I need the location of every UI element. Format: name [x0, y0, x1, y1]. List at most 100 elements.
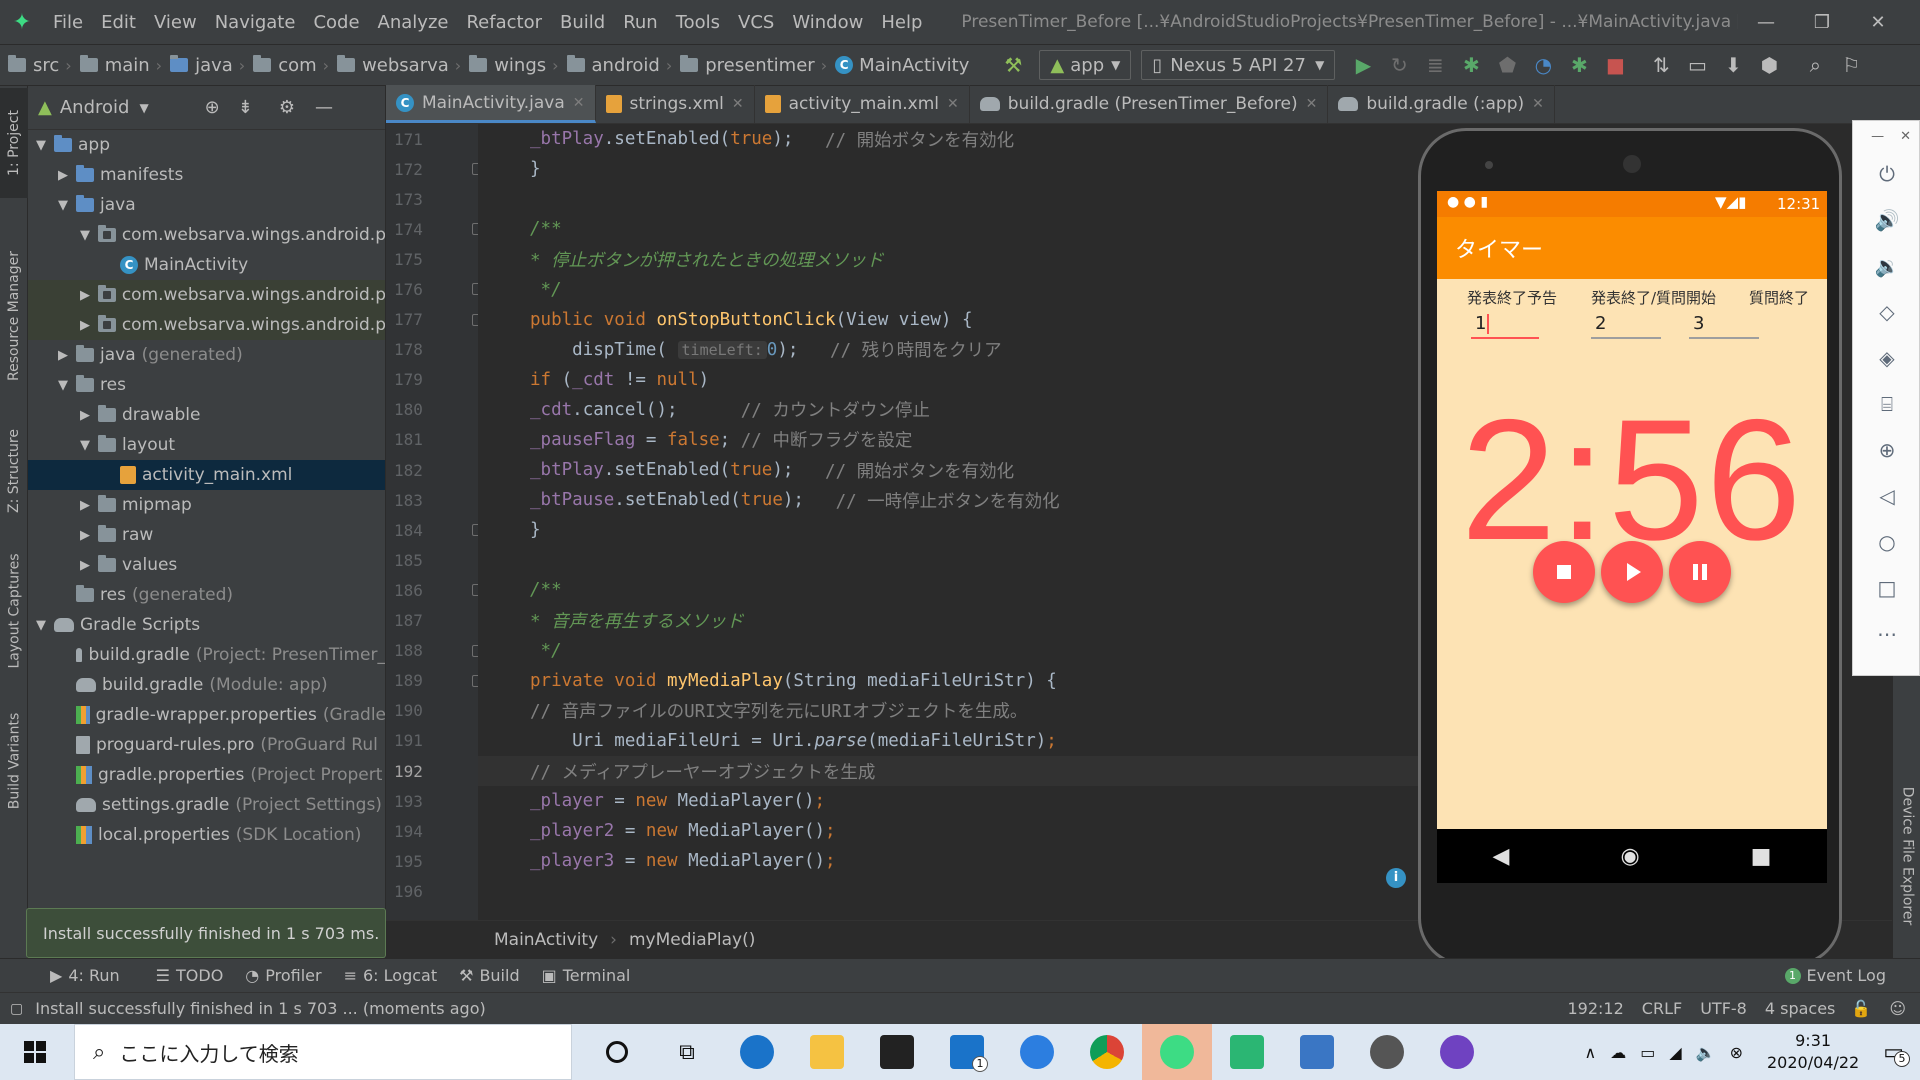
ime-icon[interactable]: ⊗ [1730, 1043, 1743, 1062]
tree-item-app[interactable]: ▼ app [28, 130, 385, 160]
close-tab-icon[interactable]: ✕ [947, 96, 959, 112]
menu-tools[interactable]: Tools [667, 12, 729, 33]
qa-end-minutes-input[interactable]: 3 [1689, 307, 1759, 339]
crumb-main[interactable]: main › [72, 55, 162, 76]
resource-manager-tab[interactable]: Resource Manager [0, 236, 28, 396]
overview-icon[interactable]: □ [1853, 565, 1920, 611]
more-icon[interactable]: ⋯ [1853, 611, 1920, 657]
indent-setting[interactable]: 4 spaces [1765, 999, 1836, 1018]
task-view-icon[interactable]: ⧉ [652, 1024, 722, 1080]
event-log-button[interactable]: 1 Event Log [1784, 966, 1886, 985]
store-icon[interactable] [862, 1024, 932, 1080]
taskbar-clock[interactable]: 9:31 2020/04/22 [1767, 1030, 1859, 1074]
minimize-icon[interactable]: — [1738, 12, 1794, 33]
tree-item-mipmap[interactable]: ▶ mipmap [28, 490, 385, 520]
crumb-android[interactable]: android › [559, 55, 672, 76]
crumb-java[interactable]: java › [162, 55, 245, 76]
tree-item-java[interactable]: ▼ java [28, 190, 385, 220]
close-tab-icon[interactable]: ✕ [573, 95, 585, 111]
close-icon[interactable]: ✕ [1900, 129, 1911, 144]
chrome-icon[interactable] [1072, 1024, 1142, 1080]
run-tool-button[interactable]: ▶ 4: Run [50, 966, 120, 985]
caret-position[interactable]: 192:12 [1568, 999, 1624, 1018]
breadcrumb-method[interactable]: myMediaPlay() [629, 930, 755, 950]
tree-item-java-generated[interactable]: ▶ java (generated) [28, 340, 385, 370]
app-blue-icon[interactable] [1002, 1024, 1072, 1080]
status-message[interactable]: Install successfully finished in 1 s 703… [35, 999, 485, 1018]
locate-icon[interactable]: ⊕ [205, 97, 220, 118]
tree-item-gradle-wrapper[interactable]: gradle-wrapper.properties (Gradle [28, 700, 385, 730]
run-icon[interactable]: ▶ [1345, 53, 1381, 77]
power-icon[interactable]: ⏻ [1853, 151, 1920, 197]
github-icon[interactable] [1422, 1024, 1492, 1080]
menu-run[interactable]: Run [614, 12, 667, 33]
tree-item-raw[interactable]: ▶ raw [28, 520, 385, 550]
build-tool-button[interactable]: ⚒ Build [459, 966, 520, 985]
run-config-select[interactable]: ▲ app ▼ [1039, 50, 1132, 80]
gear-icon[interactable]: ⚙ [279, 97, 295, 118]
zoom-icon[interactable]: ⊕ [1853, 427, 1920, 473]
tree-item-res-generated[interactable]: res (generated) [28, 580, 385, 610]
build-variants-tab[interactable]: Build Variants [0, 696, 28, 826]
tree-item-package-test[interactable]: ▶ com.websarva.wings.android.p [28, 280, 385, 310]
todo-tool-button[interactable]: ☰ TODO [156, 966, 224, 985]
back-icon[interactable]: ◁ [1853, 473, 1920, 519]
device-select[interactable]: ▯ Nexus 5 API 27 ▼ [1141, 50, 1336, 80]
lock-icon[interactable]: 🔓 [1851, 999, 1871, 1018]
volume-down-icon[interactable]: 🔉 [1853, 243, 1920, 289]
line-separator[interactable]: CRLF [1642, 999, 1682, 1018]
collapse-icon[interactable]: ⇟ [238, 97, 253, 118]
mail-icon[interactable]: 1 [932, 1024, 1002, 1080]
tree-item-gradle-scripts[interactable]: ▼ Gradle Scripts [28, 610, 385, 640]
tab-build-gradle-app[interactable]: build.gradle (:app) ✕ [1328, 85, 1555, 123]
menu-code[interactable]: Code [304, 12, 368, 33]
tab-activity-main-xml[interactable]: activity_main.xml ✕ [755, 85, 970, 123]
cloud-icon[interactable]: ☁ [1610, 1043, 1626, 1062]
tray-chevron-icon[interactable]: ∧ [1585, 1043, 1597, 1062]
apply-changes-icon[interactable]: ↻ [1381, 53, 1417, 77]
info-icon[interactable]: i [1386, 868, 1406, 888]
back-icon[interactable]: ◀ [1493, 844, 1510, 869]
battery-icon[interactable]: ▭ [1640, 1043, 1655, 1062]
home-icon[interactable]: ○ [1853, 519, 1920, 565]
play-button[interactable] [1601, 541, 1663, 603]
tree-item-build-gradle-module[interactable]: build.gradle (Module: app) [28, 670, 385, 700]
rotate-left-icon[interactable]: ◇ [1853, 289, 1920, 335]
menu-navigate[interactable]: Navigate [206, 12, 305, 33]
crumb-websarva[interactable]: websarva › [329, 55, 461, 76]
stop-icon[interactable]: ■ [1597, 53, 1633, 77]
layout-captures-tab[interactable]: Layout Captures [0, 536, 28, 686]
debug-icon[interactable]: ✱ [1453, 53, 1489, 77]
start-icon[interactable] [0, 1024, 70, 1080]
tree-item-activity-main-xml[interactable]: activity_main.xml [28, 460, 385, 490]
menu-edit[interactable]: Edit [92, 12, 145, 33]
terminal-tool-button[interactable]: ▣ Terminal [542, 966, 631, 985]
profiler-tool-button[interactable]: ◔ Profiler [245, 966, 321, 985]
breadcrumb-class[interactable]: MainActivity [494, 930, 598, 950]
avd-manager-icon[interactable]: ▭ [1679, 53, 1715, 77]
device-file-explorer-tab[interactable]: Device File Explorer [1893, 756, 1920, 956]
announce-minutes-input[interactable]: 1 [1471, 307, 1539, 339]
restore-icon[interactable]: ❐ [1794, 12, 1850, 33]
tree-item-drawable[interactable]: ▶ drawable [28, 400, 385, 430]
tab-strings-xml[interactable]: strings.xml ✕ [596, 85, 755, 123]
profile-icon[interactable]: ◔ [1525, 53, 1561, 77]
crumb-src[interactable]: src › [0, 55, 72, 76]
attach-debugger-icon[interactable]: ⬟ [1489, 53, 1525, 77]
crumb-presentimer[interactable]: presentimer › [672, 55, 827, 76]
menu-view[interactable]: View [145, 12, 206, 33]
hide-icon[interactable]: — [315, 97, 333, 118]
pause-button[interactable] [1669, 541, 1731, 603]
dropdown-icon[interactable]: ▼ [139, 101, 148, 115]
tree-item-mainactivity[interactable]: C MainActivity [28, 250, 385, 280]
search-icon[interactable]: ⌕ [1797, 53, 1833, 77]
recents-icon[interactable]: ■ [1751, 844, 1772, 869]
hammer-icon[interactable]: ⚒ [995, 53, 1031, 77]
tab-mainactivity[interactable]: C MainActivity.java ✕ [386, 85, 596, 123]
network-icon[interactable]: ◢ [1669, 1043, 1681, 1062]
tree-item-package[interactable]: ▼ com.websarva.wings.android.p [28, 220, 385, 250]
octocat-app-icon[interactable] [1352, 1024, 1422, 1080]
crumb-com[interactable]: com › [245, 55, 329, 76]
home-icon[interactable]: ◉ [1620, 844, 1639, 869]
sdk-manager-icon[interactable]: ⬇ [1715, 53, 1751, 77]
